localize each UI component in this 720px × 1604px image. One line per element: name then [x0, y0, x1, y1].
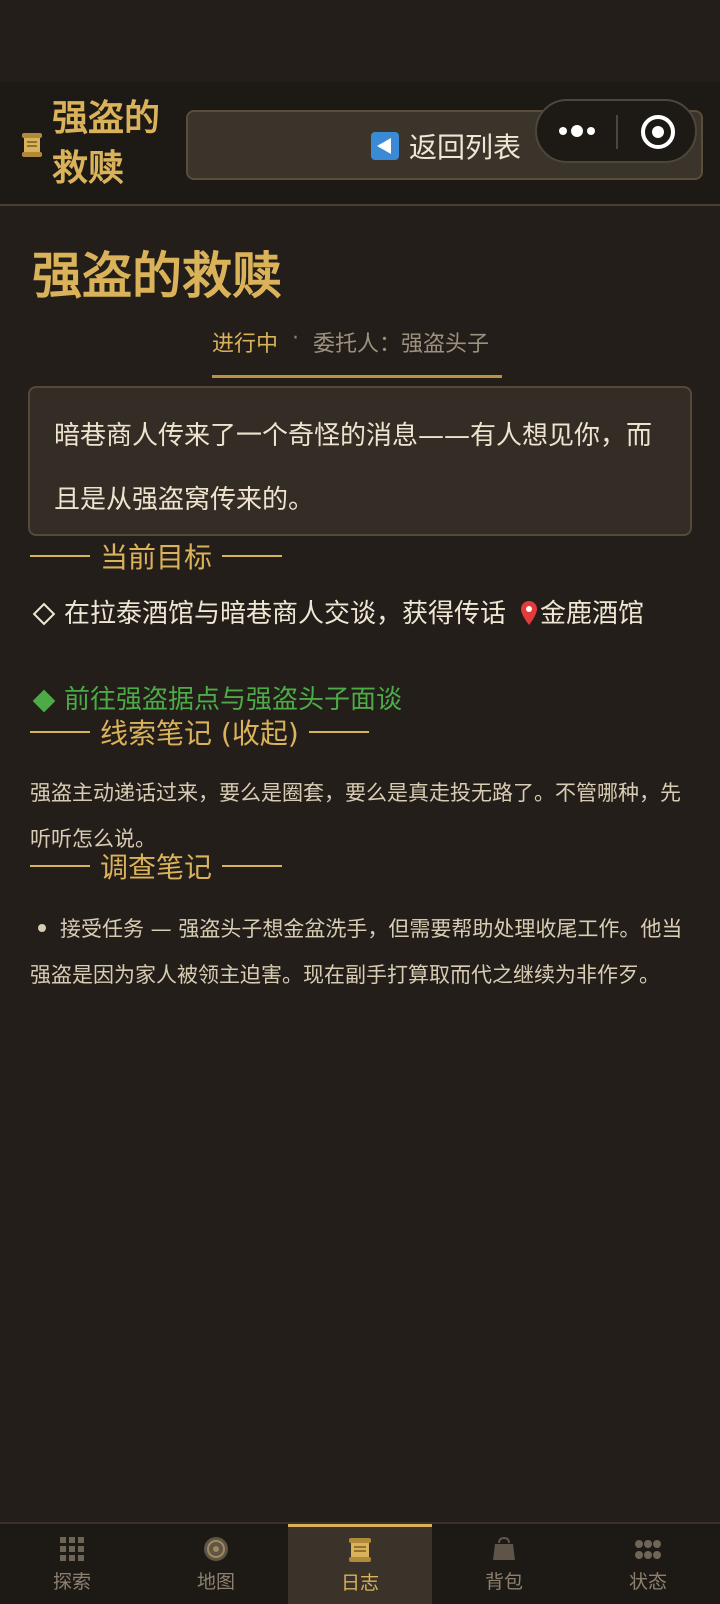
location-pin-icon	[521, 601, 538, 625]
investigation-heading: 调查笔记	[30, 846, 283, 886]
quest-meta: 进行中 · 委托人：强盗头子	[212, 326, 502, 378]
bag-icon	[493, 1536, 515, 1560]
objectives-heading-label: 当前目标	[100, 541, 213, 574]
tab-status[interactable]: 状态	[576, 1524, 720, 1604]
back-arrow-icon	[371, 132, 399, 160]
back-to-list-button[interactable]: 返回列表	[371, 126, 521, 166]
tab-label: 地图	[196, 1570, 235, 1593]
header-title: 强盗的救赎	[52, 98, 161, 189]
close-mini-program-icon[interactable]	[639, 113, 677, 151]
top-bar: 强盗的救赎 返回列表	[0, 82, 720, 206]
tab-explore[interactable]: 探索	[0, 1524, 144, 1604]
quest-title: 强盗的救赎	[32, 247, 282, 305]
tab-inventory[interactable]: 背包	[432, 1524, 576, 1604]
capsule-divider	[616, 115, 618, 149]
tab-label: 背包	[484, 1570, 523, 1593]
heading-rule	[30, 731, 90, 733]
heading-rule	[30, 865, 90, 867]
investigation-heading-label: 调查笔记	[100, 851, 213, 884]
tab-journal[interactable]: 日志	[288, 1524, 432, 1604]
quest-client: 委托人：强盗头子	[313, 332, 490, 357]
status-bar	[0, 0, 720, 82]
tab-label: 日志	[340, 1572, 379, 1594]
scroll-icon	[22, 133, 42, 157]
quest-description: 暗巷商人传来了一个奇怪的消息——有人想见你，而且是从强盗窝传来的。	[28, 386, 692, 536]
heading-rule	[222, 865, 283, 867]
more-icon[interactable]	[557, 119, 597, 143]
compass-icon	[204, 1536, 228, 1561]
mini-program-capsule	[535, 99, 697, 163]
heading-rule	[222, 555, 283, 557]
meta-separator: ·	[292, 326, 300, 351]
tab-map[interactable]: 地图	[144, 1524, 288, 1604]
back-to-list-label: 返回列表	[409, 131, 522, 164]
quest-status: 进行中	[212, 332, 279, 357]
dots-icon	[635, 1539, 661, 1559]
quest-log-page: 强盗的救赎 返回列表 强盗的救赎 进行中 · 委托人：强盗头子 暗巷商人传来了一…	[0, 0, 720, 1604]
bottom-tab-bar: 探索 地图 日志 背包 状态	[0, 1522, 720, 1604]
tab-label: 探索	[52, 1570, 91, 1593]
diamond-outline-icon	[32, 602, 56, 625]
tab-label: 状态	[628, 1570, 667, 1593]
objective-text: 在拉泰酒馆与暗巷商人交谈，获得传话	[64, 599, 507, 629]
investigation-entry: 接受任务 — 强盗头子想金盆洗手，但需要帮助处理收尾工作。他当强盗是因为家人被领…	[30, 906, 694, 998]
objective-location[interactable]: 金鹿酒馆	[540, 599, 644, 629]
objectives-heading: 当前目标	[30, 536, 283, 576]
clues-heading[interactable]: 线索笔记 (收起)	[30, 712, 369, 752]
bullet-icon	[38, 924, 46, 932]
clues-heading-label: 线索笔记 (收起)	[100, 717, 299, 750]
heading-rule	[308, 731, 369, 733]
heading-rule	[30, 555, 90, 557]
grid-icon	[60, 1536, 84, 1561]
investigation-entry-text: 接受任务 — 强盗头子想金盆洗手，但需要帮助处理收尾工作。他当强盗是因为家人被领…	[30, 917, 683, 987]
scroll-icon	[349, 1538, 371, 1562]
objective-item: 在拉泰酒馆与暗巷商人交谈，获得传话 金鹿酒馆	[30, 596, 694, 633]
diamond-filled-icon	[32, 689, 56, 712]
